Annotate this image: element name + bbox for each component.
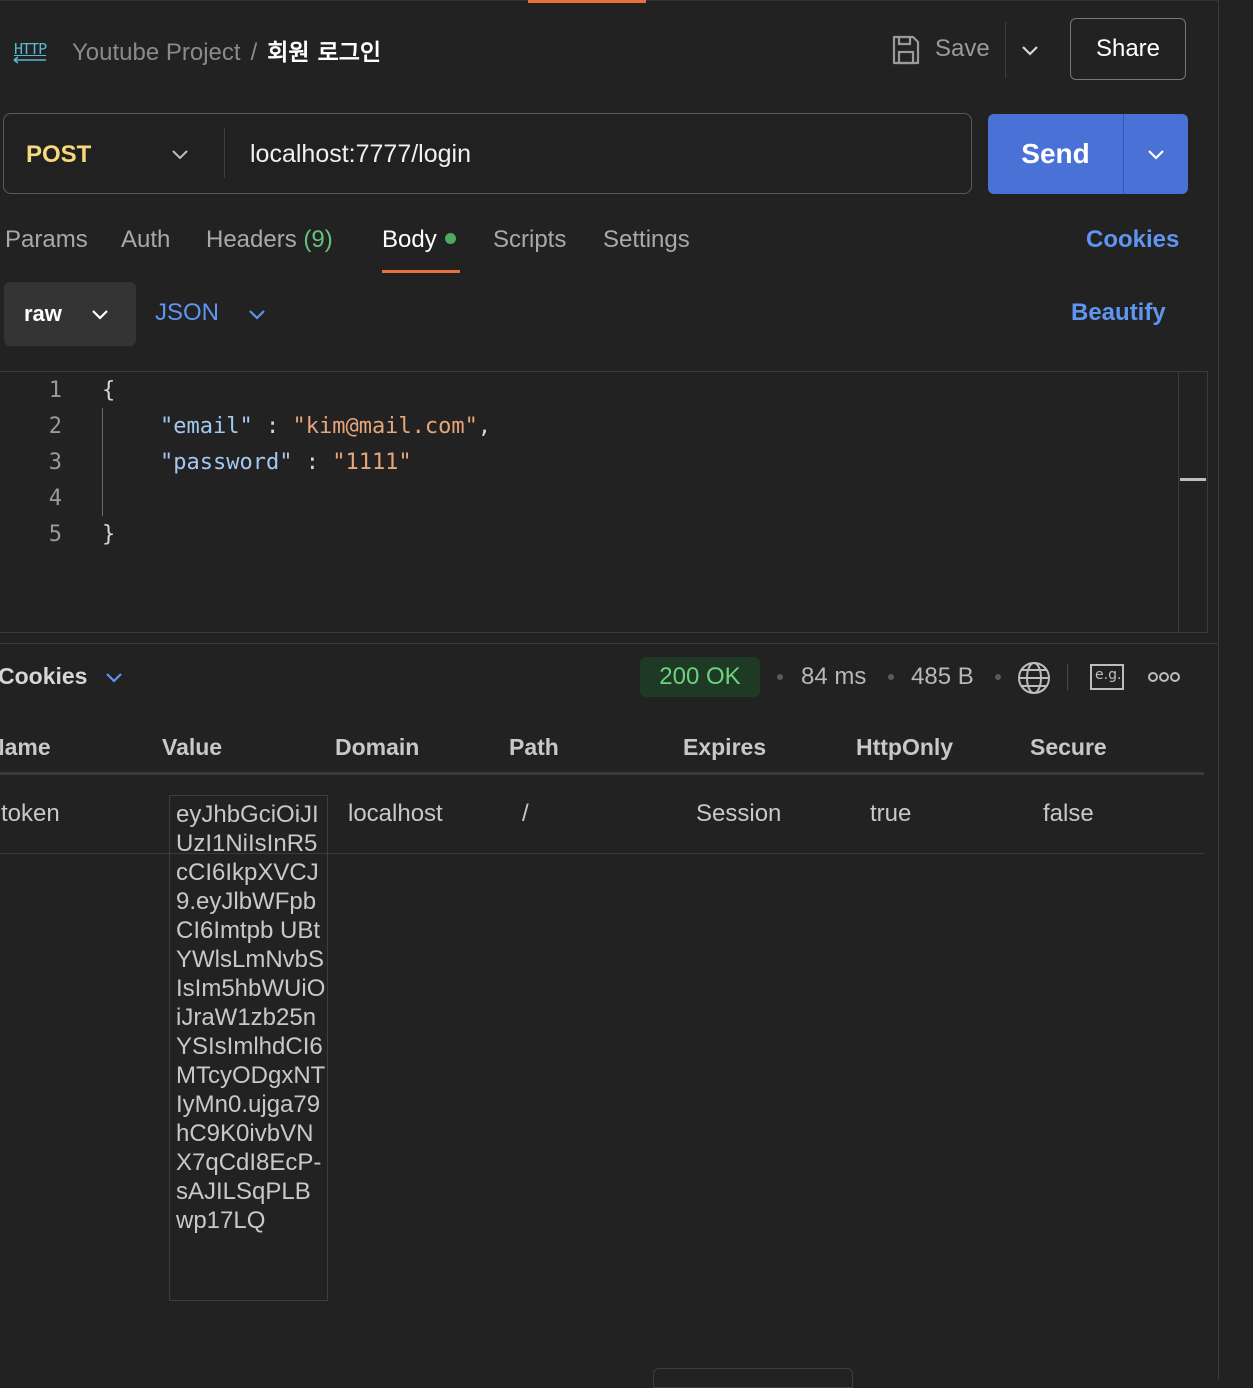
chevron-down-icon[interactable]: [168, 142, 192, 166]
json-string: "kim@mail.com": [292, 414, 478, 439]
cookie-path: /: [522, 800, 529, 827]
url-input[interactable]: [250, 138, 950, 170]
example-label: e.g.: [1095, 667, 1122, 683]
response-tab-select[interactable]: Cookies: [0, 663, 87, 690]
editor-scroll-thumb[interactable]: [1180, 478, 1206, 481]
http-icon: HTTP: [12, 36, 48, 64]
tab-params[interactable]: Params: [5, 226, 88, 254]
chevron-down-icon[interactable]: [245, 302, 269, 326]
cookie-name: token: [1, 800, 60, 827]
chevron-down-icon[interactable]: [102, 665, 126, 689]
breadcrumb: Youtube Project / 회원 로그인: [72, 33, 381, 67]
active-tab-indicator: [528, 0, 646, 3]
editor-scrollbar[interactable]: [1178, 372, 1179, 632]
globe-icon[interactable]: [1016, 660, 1052, 696]
chevron-down-icon: [1148, 150, 1164, 160]
right-panel-divider: [1218, 0, 1219, 1380]
meta-dot: [777, 674, 783, 680]
column-header-httponly: HttpOnly: [856, 734, 954, 760]
tab-scripts[interactable]: Scripts: [493, 226, 566, 254]
cookies-link[interactable]: Cookies: [1086, 226, 1179, 254]
send-dropdown-button[interactable]: [1124, 114, 1188, 194]
cookie-expires: Session: [696, 800, 782, 827]
response-time[interactable]: 84 ms: [801, 663, 866, 691]
bottom-panel-tab[interactable]: [653, 1368, 853, 1388]
json-colon: :: [265, 414, 280, 439]
line-number: 5: [48, 522, 62, 547]
breadcrumb-separator: /: [250, 39, 258, 66]
line-number: 4: [48, 486, 62, 511]
indent-guide: [102, 408, 103, 516]
json-colon: :: [305, 450, 319, 475]
response-separator: [0, 643, 1218, 644]
column-header-path: Path: [509, 734, 559, 760]
response-size[interactable]: 485 B: [911, 663, 974, 691]
chevron-down-icon[interactable]: [1018, 38, 1042, 62]
breadcrumb-project[interactable]: Youtube Project: [72, 39, 241, 66]
save-separator: [1005, 22, 1006, 78]
json-string: "1111": [332, 450, 412, 475]
table-row-divider: [0, 853, 1204, 854]
save-button[interactable]: Save: [935, 35, 990, 63]
column-header-name: Name: [0, 734, 51, 760]
tab-auth[interactable]: Auth: [121, 226, 170, 254]
column-header-secure: Secure: [1030, 734, 1107, 760]
send-divider: [1123, 114, 1124, 194]
table-header-divider: [0, 772, 1204, 775]
cookie-value[interactable]: eyJhbGciOiJIUzI1NiIsInR5cCI6IkpXVCJ9.eyJ…: [176, 800, 326, 1235]
tab-body[interactable]: Body: [382, 226, 456, 254]
tab-body-label: Body: [382, 226, 437, 253]
tab-body-underline: [382, 270, 460, 273]
http-arrows-icon: [13, 56, 46, 64]
json-key: "password": [160, 450, 293, 475]
language-select[interactable]: JSON: [155, 299, 219, 327]
save-icon[interactable]: [891, 34, 921, 66]
column-header-value: Value: [162, 734, 223, 760]
meta-separator: [1067, 664, 1068, 690]
chevron-down-icon: [92, 310, 108, 320]
json-key: "email": [160, 414, 253, 439]
headers-count: (9): [303, 226, 333, 253]
send-button[interactable]: Send: [988, 114, 1123, 194]
code-line-email: "email" : "kim@mail.com",: [160, 414, 491, 439]
method-select[interactable]: POST: [26, 141, 91, 169]
cookie-domain: localhost: [348, 800, 443, 827]
column-header-expires: Expires: [683, 734, 767, 760]
beautify-button[interactable]: Beautify: [1071, 299, 1166, 327]
body-modified-dot: [444, 233, 456, 244]
more-options-icon[interactable]: [1148, 670, 1180, 684]
line-number: 2: [48, 414, 62, 439]
meta-dot: [888, 674, 894, 680]
code-line-password: "password" : "1111": [160, 450, 412, 475]
save-example-icon[interactable]: e.g.: [1090, 664, 1124, 690]
cookie-secure: false: [1043, 800, 1094, 827]
code-editor[interactable]: [0, 371, 1208, 633]
status-badge[interactable]: 200 OK: [640, 657, 760, 697]
tab-settings[interactable]: Settings: [603, 226, 690, 254]
body-mode-label: raw: [24, 301, 62, 326]
meta-dot: [995, 674, 1001, 680]
tab-headers[interactable]: Headers (9): [206, 226, 333, 254]
line-number: 3: [48, 450, 62, 475]
request-title[interactable]: 회원 로그인: [267, 40, 381, 66]
line-number: 1: [48, 378, 62, 403]
json-comma: ,: [477, 414, 492, 439]
column-header-domain: Domain: [335, 734, 420, 760]
url-separator: [224, 128, 225, 178]
code-open-brace: {: [102, 378, 116, 403]
tab-headers-label: Headers: [206, 226, 297, 253]
share-button[interactable]: Share: [1070, 18, 1186, 80]
code-close-brace: }: [102, 522, 116, 547]
cookie-httponly: true: [870, 800, 912, 827]
